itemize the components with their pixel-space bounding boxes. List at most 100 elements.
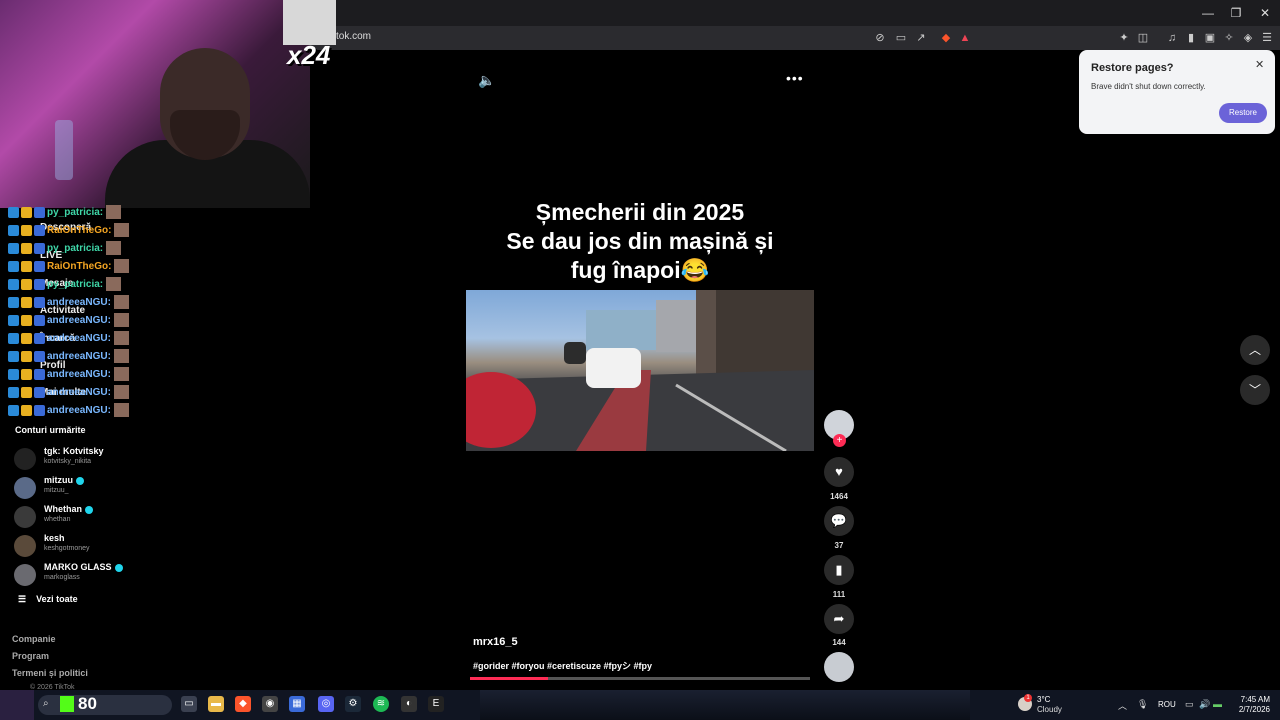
chat-badge-icon	[8, 260, 19, 272]
like-count: 1464	[830, 492, 848, 501]
avatar	[14, 535, 36, 557]
bookmark-icon[interactable]: ▮	[824, 555, 854, 585]
account-handle: markoglass	[44, 574, 80, 581]
followed-accounts-title: Conturi urmărite	[15, 425, 86, 435]
app-icon[interactable]: ◐	[401, 696, 417, 712]
close-window-button[interactable]: ✕	[1255, 4, 1275, 22]
battery-icon[interactable]: ▬	[1213, 699, 1222, 709]
chat-message: RaiOnTheGo:	[8, 223, 168, 241]
obs-icon[interactable]: ◉	[262, 696, 278, 712]
followed-account[interactable]: Whethan whethan	[14, 504, 164, 532]
chat-emote-icon	[113, 331, 129, 346]
share-count: 144	[832, 638, 846, 647]
chat-emote-icon	[114, 259, 130, 274]
footer-terms[interactable]: Termeni și politici	[12, 668, 88, 678]
chat-emote-icon	[113, 385, 129, 400]
followed-account[interactable]: tgk: Kotvitsky kotvitsky_nikita	[14, 446, 164, 474]
video-frame[interactable]	[466, 290, 814, 451]
chevron-down-icon[interactable]: ﹀	[1240, 375, 1270, 405]
sound-disc-icon[interactable]	[824, 652, 854, 682]
video-progress-bar[interactable]	[470, 677, 810, 680]
search-icon: ⌕	[43, 698, 49, 709]
account-name: kesh	[44, 533, 65, 543]
caption-line-2: Se dau jos din mașină și	[506, 228, 774, 254]
screenshot-icon[interactable]: ◫	[1135, 30, 1151, 46]
followed-account[interactable]: mitzuu mitzuu_	[14, 475, 164, 503]
footer-program[interactable]: Program	[12, 651, 49, 661]
close-icon[interactable]: ✕	[1255, 58, 1264, 71]
chat-badge-icon	[21, 314, 32, 326]
vpn-icon[interactable]: ◈	[1240, 30, 1256, 46]
chat-badge-icon	[34, 368, 45, 380]
dark-car	[564, 342, 586, 364]
chat-username: andreeaNGU:	[47, 351, 111, 362]
chat-username: andreeaNGU:	[47, 369, 111, 380]
discord-icon[interactable]: ◎	[318, 696, 334, 712]
minimize-button[interactable]: —	[1198, 4, 1218, 22]
restore-button[interactable]: Restore	[1219, 103, 1267, 123]
epic-games-icon[interactable]: E	[428, 696, 444, 712]
restore-title: Restore pages?	[1091, 62, 1174, 74]
ellipsis-icon[interactable]: •••	[786, 70, 804, 86]
brave-rewards-icon[interactable]: ▲	[957, 30, 973, 46]
steam-icon[interactable]: ⚙	[345, 696, 361, 712]
video-author[interactable]: mrx16_5	[473, 636, 518, 648]
footer-company[interactable]: Companie	[12, 634, 56, 644]
see-all-link[interactable]: ☰ Vezi toate	[18, 594, 78, 605]
account-name-text: tgk: Kotvitsky	[44, 446, 104, 456]
microphone-icon[interactable]: 🎙	[1137, 699, 1148, 710]
chat-badge-icon	[21, 332, 32, 344]
maximize-button[interactable]: ❐	[1226, 4, 1246, 22]
leo-ai-icon[interactable]: ✧	[1221, 30, 1237, 46]
wallet-icon[interactable]: ▣	[1202, 30, 1218, 46]
clock-time[interactable]: 7:45 AM	[1236, 695, 1270, 704]
brave-icon[interactable]: ◆	[235, 696, 251, 712]
chat-message: andreeaNGU:	[8, 313, 168, 331]
chevron-up-icon[interactable]: ︿	[1240, 335, 1270, 365]
heart-icon[interactable]: ♥	[824, 457, 854, 487]
chat-badge-icon	[8, 296, 19, 308]
chat-emote-icon	[113, 367, 129, 382]
alert-image	[283, 0, 336, 45]
extensions-icon[interactable]: ✦	[1116, 30, 1132, 46]
network-icon[interactable]: ▭	[1185, 699, 1194, 710]
reader-icon[interactable]: ⊘	[872, 30, 888, 46]
chat-username: RaiOnTheGo:	[47, 225, 112, 236]
chat-emote-icon	[114, 223, 130, 238]
chat-emote-icon	[106, 205, 122, 220]
followed-account[interactable]: kesh keshgotmoney	[14, 533, 164, 561]
chat-badge-icon	[8, 206, 19, 218]
url-text[interactable]: tok.com	[336, 31, 371, 42]
chat-message: py_patricia:	[8, 241, 168, 259]
avatar	[14, 477, 36, 499]
file-explorer-icon[interactable]: ▬	[208, 696, 224, 712]
taskbar-search[interactable]	[38, 695, 172, 715]
tray-expand-icon[interactable]: ︿	[1118, 699, 1127, 712]
chat-badge-icon	[8, 332, 19, 344]
comment-icon[interactable]: 💬	[824, 506, 854, 536]
follow-plus-icon[interactable]: +	[833, 434, 846, 447]
share-arrow-icon[interactable]: ➦	[824, 604, 854, 634]
chat-message: andreeaNGU:	[8, 367, 168, 385]
clock-date[interactable]: 2/7/2026	[1236, 705, 1270, 714]
menu-icon[interactable]: ☰	[1259, 30, 1275, 46]
spotify-icon[interactable]: ≋	[373, 696, 389, 712]
task-view-icon[interactable]: ▭	[181, 696, 197, 712]
language-indicator[interactable]: ROU	[1158, 700, 1176, 709]
volume-icon[interactable]: 🔊	[1199, 699, 1210, 710]
chat-badge-icon	[8, 386, 19, 398]
video-hashtags[interactable]: #gorider #foryou #ceretiscuze #fpyシ #fpy	[473, 659, 652, 672]
speaker-icon[interactable]: 🔈	[478, 72, 495, 89]
chat-badge-icon	[8, 224, 19, 236]
brave-shields-icon[interactable]: ◆	[938, 30, 954, 46]
media-icon[interactable]: ♫	[1164, 30, 1180, 46]
avatar	[14, 564, 36, 586]
caption-line-1: Șmecherii din 2025	[535, 199, 745, 225]
cast-icon[interactable]: ▭	[893, 30, 909, 46]
followed-account[interactable]: MARKO GLASS markoglass	[14, 562, 164, 590]
chat-message: py_patricia:	[8, 277, 168, 295]
sidebar-toggle-icon[interactable]: ▮	[1183, 30, 1199, 46]
chat-badge-icon	[8, 278, 19, 290]
store-icon[interactable]: ▦	[289, 696, 305, 712]
share-icon[interactable]: ↗	[913, 30, 929, 46]
